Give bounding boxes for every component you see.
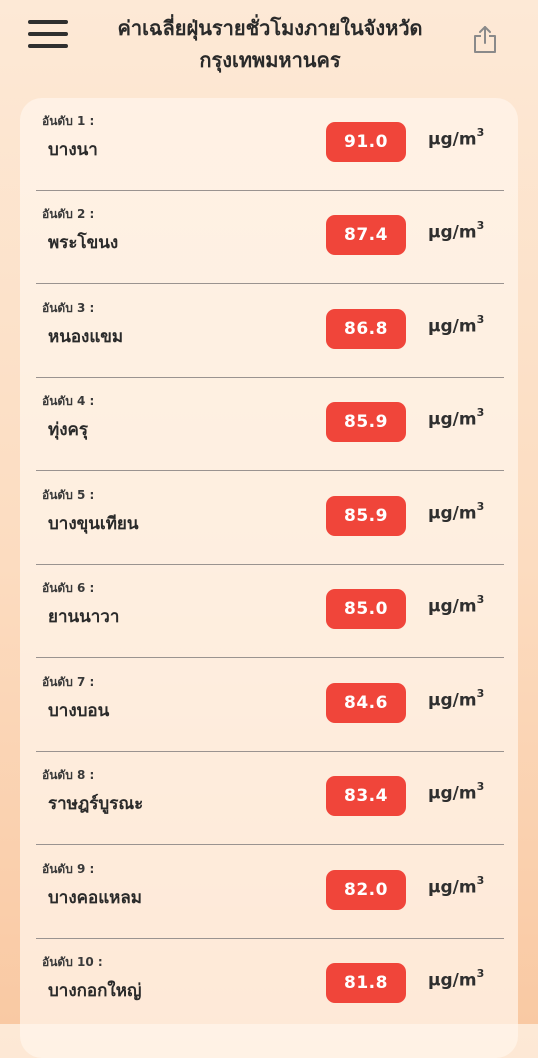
pm25-value-badge: 83.4 — [326, 776, 406, 816]
unit-label: µg/m3 — [428, 967, 485, 991]
ranking-row[interactable]: อันดับ 3 : หนองแขม 86.8 µg/m3 — [36, 285, 504, 378]
unit-label: µg/m3 — [428, 874, 485, 898]
rank-label: อันดับ 4 : — [42, 394, 95, 408]
pm25-value-badge: 87.4 — [326, 215, 406, 255]
rank-label: อันดับ 10 : — [42, 955, 103, 969]
unit-label: µg/m3 — [428, 313, 485, 337]
ranking-row[interactable]: อันดับ 4 : ทุ่งครุ 85.9 µg/m3 — [36, 378, 504, 471]
unit-label: µg/m3 — [428, 593, 485, 617]
ranking-row[interactable]: อันดับ 5 : บางขุนเทียน 85.9 µg/m3 — [36, 472, 504, 565]
unit-label: µg/m3 — [428, 219, 485, 243]
share-icon — [474, 26, 496, 53]
rank-label: อันดับ 3 : — [42, 301, 95, 315]
district-name: ทุ่งครุ — [48, 420, 89, 440]
app-header: ค่าเฉลี่ยฝุ่นรายชั่วโมงภายในจังหวัด กรุง… — [0, 0, 538, 92]
pm25-value-badge: 91.0 — [326, 122, 406, 162]
page-title: ค่าเฉลี่ยฝุ่นรายชั่วโมงภายในจังหวัด กรุง… — [117, 16, 423, 72]
district-name: บางขุนเทียน — [48, 514, 139, 534]
ranking-row[interactable]: อันดับ 10 : บางกอกใหญ่ 81.8 µg/m3 — [36, 939, 504, 1032]
unit-label: µg/m3 — [428, 780, 485, 804]
ranking-row[interactable]: อันดับ 9 : บางคอแหลม 82.0 µg/m3 — [36, 846, 504, 939]
district-name: พระโขนง — [48, 233, 119, 253]
district-name: บางคอแหลม — [48, 888, 143, 908]
district-name: ยานนาวา — [48, 607, 120, 627]
ranking-row[interactable]: อันดับ 6 : ยานนาวา 85.0 µg/m3 — [36, 565, 504, 658]
pm25-value-badge: 82.0 — [326, 870, 406, 910]
pm25-value-badge: 84.6 — [326, 683, 406, 723]
rank-label: อันดับ 1 : — [42, 114, 95, 128]
share-button[interactable] — [472, 24, 498, 54]
ranking-row[interactable]: อันดับ 7 : บางบอน 84.6 µg/m3 — [36, 659, 504, 752]
ranking-row[interactable]: อันดับ 8 : ราษฎร์บูรณะ 83.4 µg/m3 — [36, 752, 504, 845]
rank-label: อันดับ 9 : — [42, 862, 95, 876]
rank-label: อันดับ 2 : — [42, 207, 95, 221]
unit-label: µg/m3 — [428, 406, 485, 430]
pm25-value-badge: 86.8 — [326, 309, 406, 349]
district-name: ราษฎร์บูรณะ — [48, 794, 144, 814]
ranking-row[interactable]: อันดับ 2 : พระโขนง 87.4 µg/m3 — [36, 191, 504, 284]
district-name: บางบอน — [48, 701, 110, 721]
pm25-value-badge: 81.8 — [326, 963, 406, 1003]
rank-label: อันดับ 5 : — [42, 488, 95, 502]
pm25-value-badge: 85.9 — [326, 496, 406, 536]
unit-label: µg/m3 — [428, 500, 485, 524]
ranking-row[interactable]: อันดับ 1 : บางนา 91.0 µg/m3 — [36, 98, 504, 191]
district-name: บางกอกใหญ่ — [48, 981, 142, 1001]
menu-button[interactable] — [28, 20, 68, 48]
rank-label: อันดับ 7 : — [42, 675, 95, 689]
rank-label: อันดับ 6 : — [42, 581, 95, 595]
district-name: หนองแขม — [48, 327, 124, 347]
rank-label: อันดับ 8 : — [42, 768, 95, 782]
district-name: บางนา — [48, 140, 98, 160]
unit-label: µg/m3 — [428, 687, 485, 711]
pm25-value-badge: 85.0 — [326, 589, 406, 629]
pm25-value-badge: 85.9 — [326, 402, 406, 442]
ranking-list: อันดับ 1 : บางนา 91.0 µg/m3 อันดับ 2 : พ… — [20, 98, 518, 1058]
unit-label: µg/m3 — [428, 126, 485, 150]
